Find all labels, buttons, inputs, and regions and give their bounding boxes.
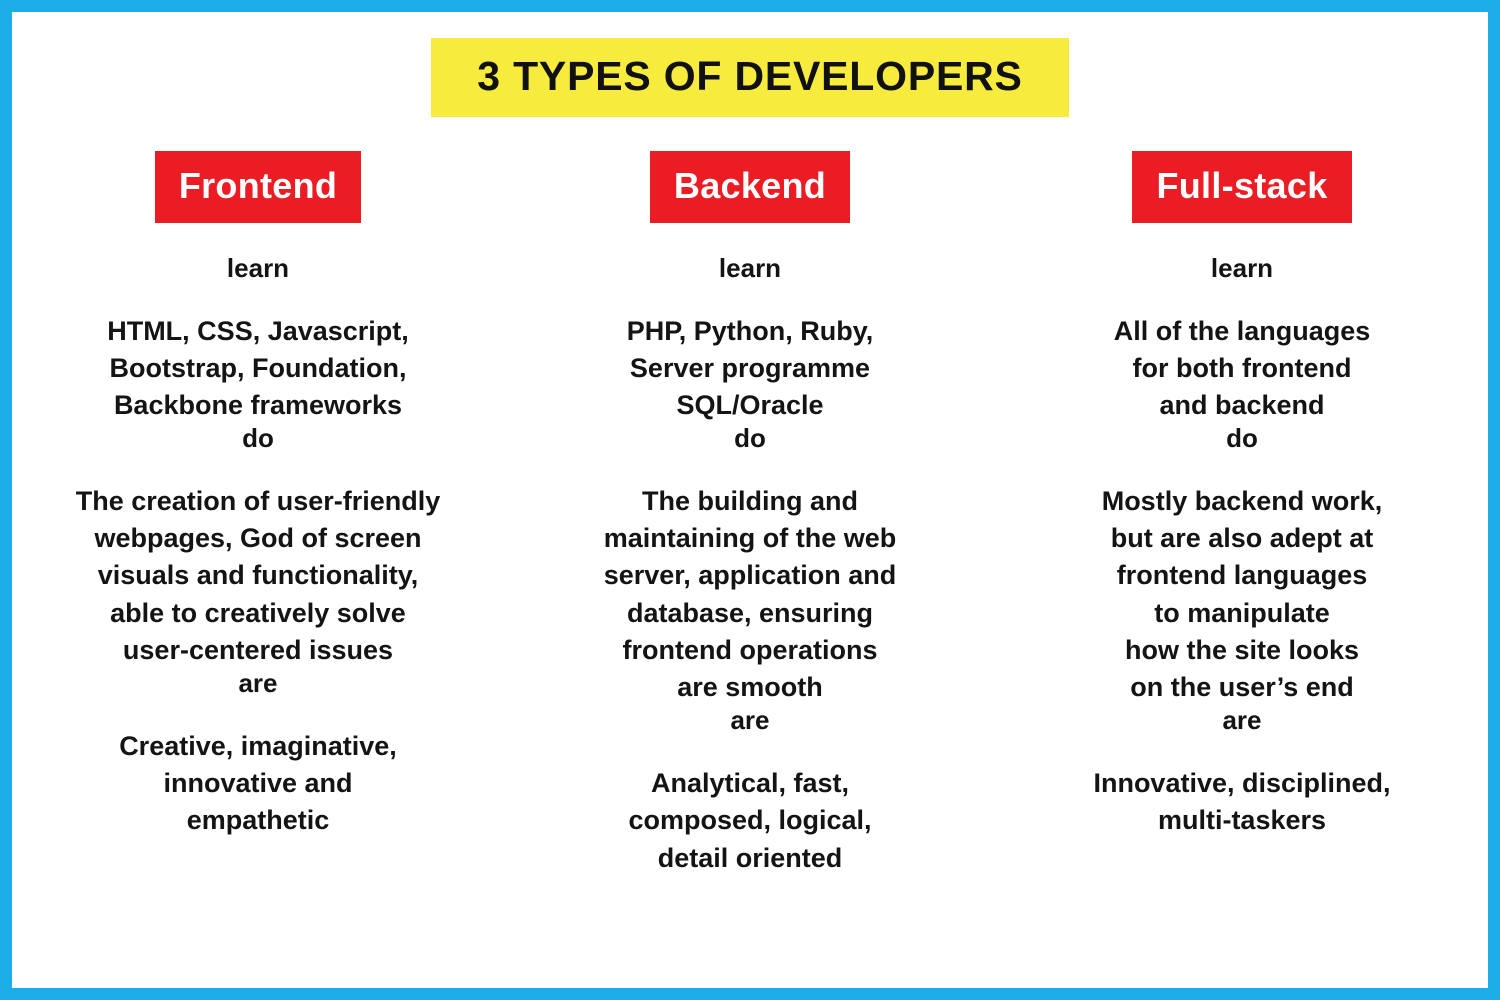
full-stack-learn-block: learn All of the languages for both fron… (1008, 254, 1476, 424)
backend-learn-block: learn PHP, Python, Ruby, Server programm… (516, 254, 984, 424)
backend-learn-text: PHP, Python, Ruby, Server programme SQL/… (626, 315, 874, 421)
backend-are-label: are (730, 705, 770, 736)
column-heading-full-stack: Full-stack (1132, 151, 1352, 223)
backend-are-text: Analytical, fast, composed, logical, det… (628, 768, 872, 873)
full-stack-learn-text: All of the languages for both frontend a… (1113, 315, 1371, 421)
backend-learn-label: learn (718, 253, 782, 283)
full-stack-are-label: are (1222, 705, 1262, 736)
frontend-learn-label: learn (226, 253, 290, 283)
poster-frame: 3 TYPES OF DEVELOPERS Frontend learn HTM… (0, 0, 1500, 1000)
backend-do-block: do The building and maintaining of the w… (516, 424, 984, 706)
column-backend: Backend learn PHP, Python, Ruby, Server … (504, 151, 996, 877)
developer-types-columns: Frontend learn HTML, CSS, Javascript, Bo… (12, 117, 1488, 877)
title-row: 3 TYPES OF DEVELOPERS (12, 12, 1488, 117)
poster-canvas: 3 TYPES OF DEVELOPERS Frontend learn HTM… (12, 12, 1488, 988)
frontend-do-text: The creation of user-friendly webpages, … (75, 485, 441, 665)
page-title: 3 TYPES OF DEVELOPERS (431, 38, 1069, 117)
frontend-are-text: Creative, imaginative, innovative and em… (119, 730, 397, 836)
column-full-stack: Full-stack learn All of the languages fo… (996, 151, 1488, 877)
backend-are-block: are Analytical, fast, composed, logical,… (516, 706, 984, 876)
full-stack-do-label: do (1226, 423, 1258, 454)
frontend-are-block: are Creative, imaginative, innovative an… (24, 669, 492, 839)
full-stack-do-block: do Mostly backend work, but are also ade… (1008, 424, 1476, 706)
backend-do-text: The building and maintaining of the web … (603, 485, 897, 703)
column-heading-backend: Backend (649, 151, 851, 223)
frontend-are-label: are (238, 668, 278, 699)
full-stack-do-text: Mostly backend work, but are also adept … (1101, 485, 1383, 703)
frontend-do-block: do The creation of user-friendly webpage… (24, 424, 492, 669)
frontend-do-label: do (242, 423, 274, 454)
full-stack-learn-label: learn (1210, 253, 1274, 283)
column-heading-frontend: Frontend (154, 151, 362, 223)
backend-do-label: do (734, 423, 766, 454)
full-stack-are-block: are Innovative, disciplined, multi-taske… (1008, 706, 1476, 839)
frontend-learn-text: HTML, CSS, Javascript, Bootstrap, Founda… (107, 315, 409, 421)
frontend-learn-block: learn HTML, CSS, Javascript, Bootstrap, … (24, 254, 492, 424)
column-frontend: Frontend learn HTML, CSS, Javascript, Bo… (12, 151, 504, 877)
full-stack-are-text: Innovative, disciplined, multi-taskers (1093, 768, 1391, 836)
